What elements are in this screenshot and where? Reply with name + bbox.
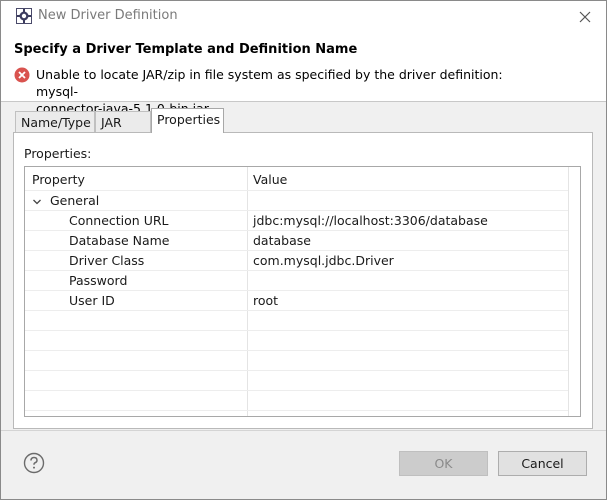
page-title: Specify a Driver Template and Definition…	[14, 42, 358, 57]
error-message-line1: Unable to locate JAR/zip in file system …	[36, 67, 503, 99]
property-value[interactable]: com.mysql.jdbc.Driver	[253, 253, 394, 268]
error-message: Unable to locate JAR/zip in file system …	[36, 66, 536, 117]
properties-panel: Properties: Property Value General Conne…	[13, 132, 593, 429]
title-bar: New Driver Definition	[1, 1, 606, 31]
properties-table: Property Value General Connection URL jd…	[24, 166, 581, 417]
table-scroll-gutter	[568, 167, 580, 416]
tab-name-type[interactable]: Name/Type	[15, 111, 95, 132]
group-row-general[interactable]: General	[25, 191, 568, 211]
header-divider	[1, 101, 606, 102]
property-value[interactable]: jdbc:mysql://localhost:3306/database	[253, 213, 488, 228]
property-name: User ID	[69, 293, 115, 308]
wizard-header: Specify a Driver Template and Definition…	[1, 31, 606, 116]
property-value[interactable]: database	[253, 233, 311, 248]
cancel-button[interactable]: Cancel	[498, 451, 587, 476]
footer-divider	[1, 430, 606, 431]
empty-row	[25, 351, 568, 371]
property-value[interactable]: root	[253, 293, 278, 308]
properties-label: Properties:	[24, 146, 92, 161]
property-name: Database Name	[69, 233, 170, 248]
help-icon[interactable]	[23, 452, 45, 474]
column-header-value[interactable]: Value	[253, 172, 287, 187]
column-header-property[interactable]: Property	[32, 172, 85, 187]
tab-properties[interactable]: Properties	[151, 108, 224, 133]
new-driver-definition-dialog: New Driver Definition Specify a Driver T…	[0, 0, 607, 500]
empty-row	[25, 371, 568, 391]
table-row[interactable]: Database Name database	[25, 231, 568, 251]
table-header: Property Value	[25, 167, 568, 191]
property-name: Password	[69, 273, 128, 288]
ok-button[interactable]: OK	[399, 451, 488, 476]
table-row[interactable]: Driver Class com.mysql.jdbc.Driver	[25, 251, 568, 271]
error-icon	[14, 67, 30, 83]
property-name: Driver Class	[69, 253, 145, 268]
app-icon	[16, 8, 32, 24]
tab-jar-list[interactable]: JAR List	[95, 111, 151, 151]
empty-row	[25, 311, 568, 331]
empty-row	[25, 331, 568, 351]
table-row[interactable]: Password	[25, 271, 568, 291]
table-row[interactable]: Connection URL jdbc:mysql://localhost:33…	[25, 211, 568, 231]
empty-row	[25, 391, 568, 411]
property-name: Connection URL	[69, 213, 169, 228]
window-title: New Driver Definition	[38, 8, 178, 23]
chevron-down-icon[interactable]	[32, 195, 42, 205]
group-label: General	[50, 193, 100, 208]
table-row[interactable]: User ID root	[25, 291, 568, 311]
close-icon[interactable]	[574, 6, 596, 28]
